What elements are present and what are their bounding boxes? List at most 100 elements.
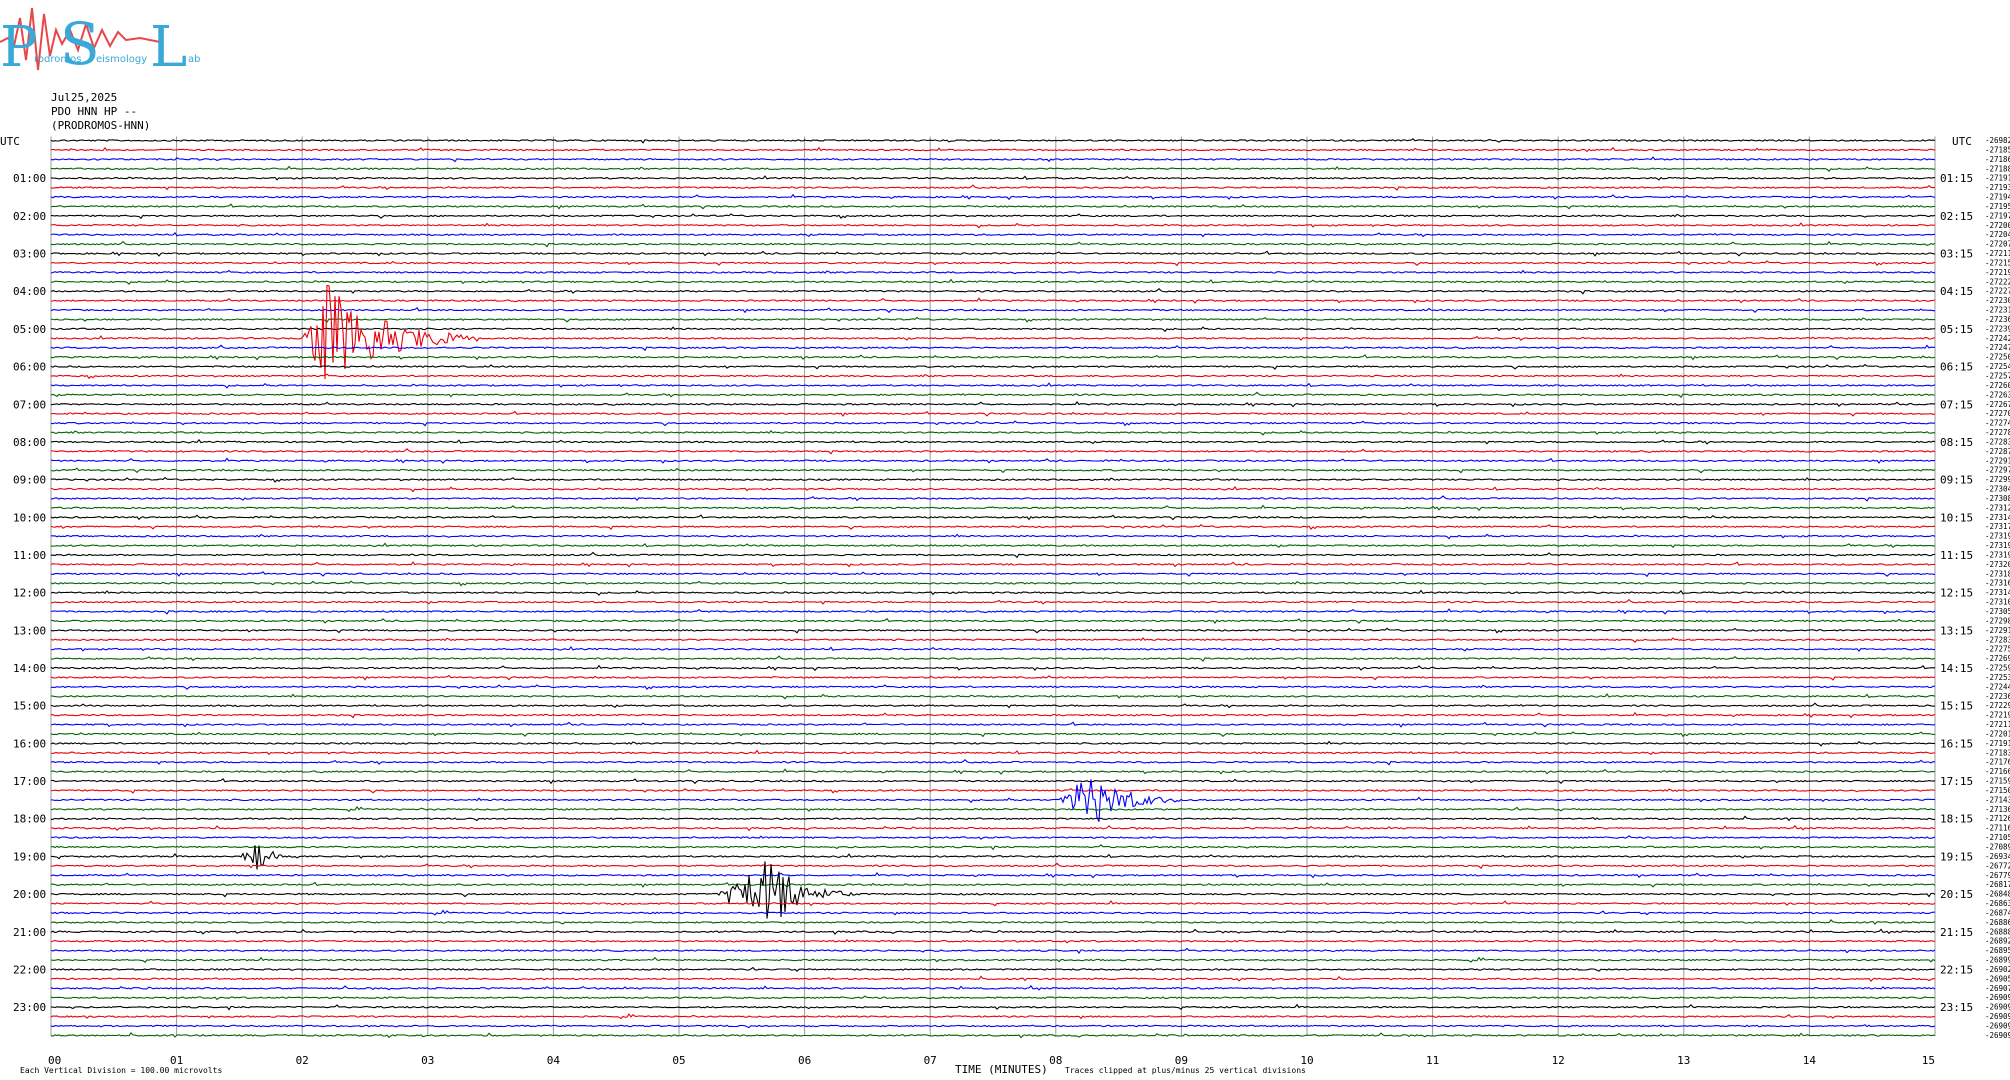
x-tick-label-2: 02	[296, 1054, 309, 1067]
trace-offset-label-74: -27105	[1985, 833, 2010, 842]
left-time-label-13: 13:00	[13, 624, 46, 637]
trace-offset-label-76: -26934	[1985, 852, 2010, 861]
trace-offset-label-46: -27318	[1985, 569, 2010, 578]
trace-line-43	[50, 542, 1936, 549]
trace-line-38	[50, 495, 1936, 502]
left-time-label-12: 12:00	[13, 587, 46, 600]
trace-line-80	[50, 861, 1936, 919]
right-time-label-1: 01:15	[1940, 172, 1973, 185]
trace-offset-label-77: -26772	[1985, 861, 2010, 870]
trace-offset-label-30: -27274	[1985, 419, 2010, 428]
trace-line-95	[50, 1032, 1936, 1039]
trace-offset-label-93: -26909	[1985, 1012, 2010, 1021]
trace-offset-label-89: -26905	[1985, 974, 2010, 983]
trace-offset-label-70: -27143	[1985, 795, 2010, 804]
helicorder-plot: -26982-27185-27186-27188-27191-27193-271…	[0, 135, 2010, 1076]
x-tick-label-5: 05	[672, 1054, 685, 1067]
trace-offset-label-12: -27211	[1985, 249, 2010, 258]
trace-offset-label-94: -26909	[1985, 1021, 2010, 1030]
x-tick-label-6: 06	[798, 1054, 811, 1067]
trace-line-71	[50, 805, 1936, 813]
trace-offset-label-40: -27314	[1985, 513, 2010, 522]
trace-line-6	[50, 193, 1936, 201]
right-time-label-6: 06:15	[1940, 361, 1973, 374]
trace-line-94	[50, 1024, 1936, 1029]
left-time-label-3: 03:00	[13, 248, 46, 261]
trace-offset-label-44: -27319	[1985, 550, 2010, 559]
trace-offset-label-17: -27230	[1985, 296, 2010, 305]
left-utc-header: UTC	[0, 135, 20, 148]
trace-line-57	[50, 674, 1936, 681]
trace-line-46	[50, 571, 1936, 578]
left-time-label-9: 09:00	[13, 474, 46, 487]
trace-line-17	[51, 297, 1936, 304]
x-tick-label-8: 08	[1049, 1054, 1062, 1067]
trace-offset-label-64: -27191	[1985, 739, 2010, 748]
left-time-label-15: 15:00	[13, 700, 46, 713]
trace-offset-label-43: -27319	[1985, 541, 2010, 550]
trace-offset-label-11: -27207	[1985, 240, 2010, 249]
trace-line-12	[50, 250, 1936, 257]
trace-line-32	[50, 438, 1936, 445]
left-time-label-17: 17:00	[13, 775, 46, 788]
trace-offset-label-53: -27283	[1985, 635, 2010, 644]
trace-line-27	[50, 391, 1936, 399]
trace-line-21	[50, 284, 1936, 380]
trace-line-24	[50, 363, 1935, 370]
trace-line-3	[50, 165, 1936, 173]
trace-offset-label-79: -26817	[1985, 880, 2010, 889]
trace-offset-label-51: -27298	[1985, 616, 2010, 625]
x-tick-label-11: 11	[1426, 1054, 1439, 1067]
trace-line-39	[50, 504, 1936, 512]
trace-line-93	[50, 1013, 1936, 1020]
trace-offset-label-41: -27317	[1985, 522, 2010, 531]
trace-line-9	[50, 222, 1936, 229]
trace-line-28	[50, 400, 1936, 408]
right-time-label-16: 16:15	[1940, 737, 1973, 750]
trace-offset-label-68: -27159	[1985, 777, 2010, 786]
trace-offset-label-22: -27247	[1985, 343, 2010, 352]
right-time-label-19: 19:15	[1940, 850, 1973, 863]
trace-line-59	[50, 693, 1936, 700]
right-time-label-23: 23:15	[1940, 1001, 1973, 1014]
trace-offset-label-37: -27304	[1985, 485, 2010, 494]
trace-offset-label-49: -27310	[1985, 598, 2010, 607]
x-axis-label: TIME (MINUTES)	[955, 1063, 1048, 1076]
trace-offset-label-23: -27250	[1985, 353, 2010, 362]
trace-line-34	[50, 457, 1936, 464]
trace-offset-label-81: -26863	[1985, 899, 2010, 908]
left-time-label-20: 20:00	[13, 888, 46, 901]
trace-offset-label-84: -26888	[1985, 927, 2010, 936]
trace-line-58	[51, 684, 1936, 691]
trace-offset-label-73: -27116	[1985, 824, 2010, 833]
trace-line-69	[50, 787, 1936, 794]
trace-offset-label-75: -27089	[1985, 843, 2010, 852]
trace-line-0	[50, 138, 1936, 144]
trace-line-64	[50, 740, 1936, 747]
trace-line-77	[50, 862, 1936, 870]
trace-offset-label-27: -27263	[1985, 390, 2010, 399]
trace-line-61	[50, 711, 1936, 719]
trace-offset-label-92: -26909	[1985, 1003, 2010, 1012]
trace-line-88	[50, 966, 1936, 972]
x-tick-label-7: 07	[924, 1054, 937, 1067]
trace-offset-label-34: -27291	[1985, 456, 2010, 465]
trace-offset-label-71: -27136	[1985, 805, 2010, 814]
trace-offset-label-9: -27200	[1985, 221, 2010, 230]
trace-offset-label-62: -27211	[1985, 720, 2010, 729]
left-time-label-6: 06:00	[13, 361, 46, 374]
left-time-label-21: 21:00	[13, 926, 46, 939]
trace-line-18	[50, 307, 1935, 314]
right-time-label-14: 14:15	[1940, 662, 1973, 675]
trace-line-73	[50, 824, 1936, 832]
trace-line-78	[50, 871, 1936, 879]
trace-offset-label-15: -27222	[1985, 277, 2010, 286]
trace-offset-label-32: -27283	[1985, 437, 2010, 446]
trace-offset-label-8: -27197	[1985, 211, 2010, 220]
trace-line-70	[50, 779, 1936, 822]
left-time-label-23: 23:00	[13, 1001, 46, 1014]
trace-offset-label-78: -26779	[1985, 871, 2010, 880]
trace-offset-label-29: -27270	[1985, 409, 2010, 418]
right-time-label-2: 02:15	[1940, 210, 1973, 223]
trace-line-66	[50, 758, 1936, 766]
